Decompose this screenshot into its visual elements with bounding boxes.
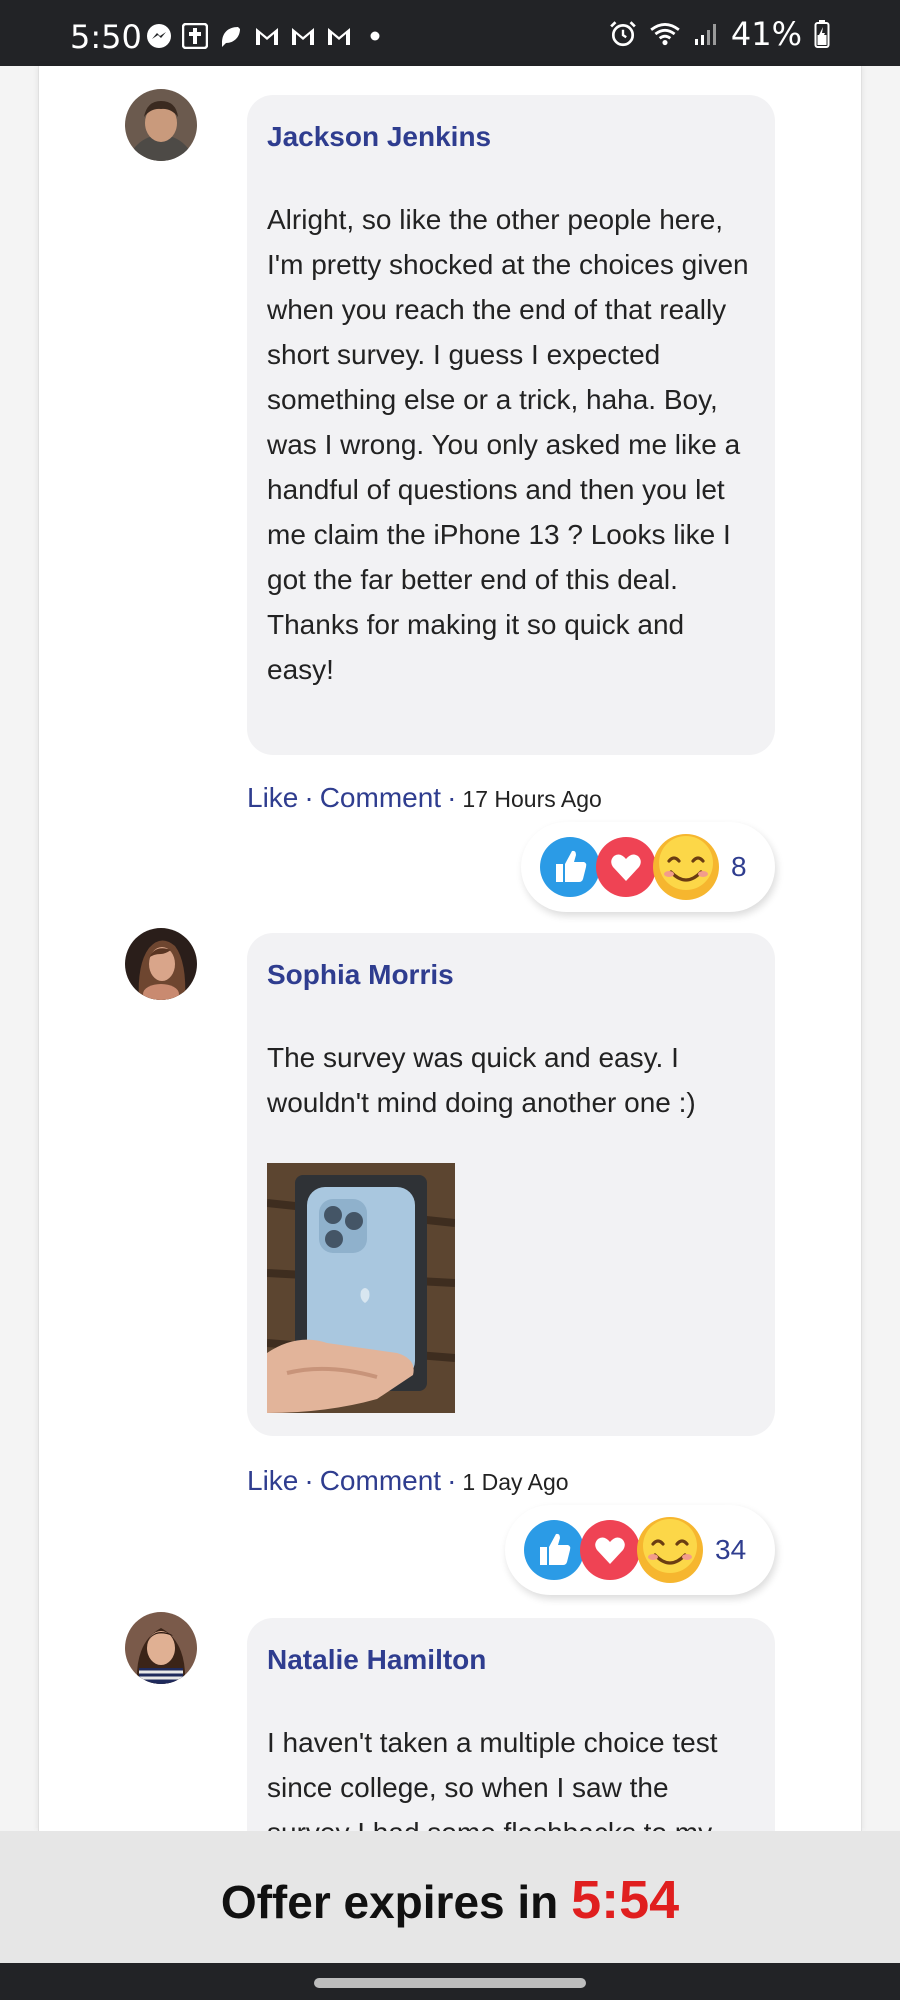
avatar[interactable]	[125, 928, 197, 1000]
comment-time: 17 Hours Ago	[462, 786, 602, 812]
comment-author[interactable]: Natalie Hamilton	[267, 1640, 755, 1680]
comment-bubble: Sophia Morris The survey was quick and e…	[247, 933, 775, 1436]
comment-link[interactable]: Comment	[320, 782, 441, 813]
like-link[interactable]: Like	[247, 782, 298, 813]
battery-percent: 41%	[730, 15, 802, 53]
smile-reaction-icon	[637, 1517, 703, 1583]
offer-countdown: 5:54	[571, 1870, 680, 1930]
system-icons: 41%	[609, 15, 830, 53]
comments-feed: Jackson Jenkins Alright, so like the oth…	[38, 66, 862, 1831]
status-time: 5:50	[70, 18, 142, 56]
comment-text: I haven't taken a multiple choice test s…	[267, 1727, 718, 1831]
separator-dot: ·	[447, 1465, 457, 1496]
gmail-icon	[256, 28, 278, 45]
like-reaction-icon	[540, 837, 600, 897]
messenger-icon	[147, 24, 171, 48]
comment-time: 1 Day Ago	[462, 1469, 569, 1495]
alarm-icon	[610, 21, 636, 47]
comment-author[interactable]: Sophia Morris	[267, 955, 755, 995]
smile-reaction-icon	[653, 834, 719, 900]
comment-actions: Like · Comment · 17 Hours Ago	[247, 780, 602, 817]
notification-icons	[146, 22, 388, 50]
separator-dot: ·	[304, 1465, 314, 1496]
offer-banner: Offer expires in 5:54	[0, 1831, 900, 1963]
comment-text: Alright, so like the other people here, …	[267, 204, 749, 685]
reaction-count: 34	[715, 1534, 747, 1565]
separator-dot: ·	[447, 782, 457, 813]
reaction-count: 8	[731, 851, 747, 882]
gmail-icon	[292, 28, 314, 45]
comment-actions: Like · Comment · 1 Day Ago	[247, 1463, 569, 1500]
comment-link[interactable]: Comment	[320, 1465, 441, 1496]
chat-icon	[222, 27, 240, 47]
comment-bubble: Natalie Hamilton I haven't taken a multi…	[247, 1618, 775, 1831]
signal-icon	[694, 24, 716, 45]
wifi-icon	[650, 23, 680, 46]
status-bar: 5:50 41%	[0, 0, 900, 66]
comment-text: The survey was quick and easy. I wouldn'…	[267, 1042, 696, 1118]
home-indicator[interactable]	[314, 1978, 586, 1988]
reactions-summary[interactable]: 8	[521, 822, 775, 912]
dot-icon	[370, 31, 380, 41]
avatar[interactable]	[125, 1612, 197, 1684]
reactions-summary[interactable]: 34	[505, 1505, 775, 1595]
gmail-icon	[328, 28, 350, 45]
love-reaction-icon	[596, 837, 656, 897]
bible-app-icon	[182, 23, 208, 49]
navigation-bar	[0, 1963, 900, 2000]
separator-dot: ·	[304, 782, 314, 813]
like-reaction-icon	[524, 1520, 584, 1580]
offer-text: Offer expires in 5:54	[0, 1869, 900, 1931]
avatar[interactable]	[125, 89, 197, 161]
offer-label: Offer expires in	[220, 1876, 559, 1928]
like-link[interactable]: Like	[247, 1465, 298, 1496]
love-reaction-icon	[580, 1520, 640, 1580]
comment-author[interactable]: Jackson Jenkins	[267, 117, 755, 157]
battery-icon	[814, 20, 830, 48]
comment-bubble: Jackson Jenkins Alright, so like the oth…	[247, 95, 775, 755]
iphone-box-photo[interactable]	[267, 1163, 455, 1413]
